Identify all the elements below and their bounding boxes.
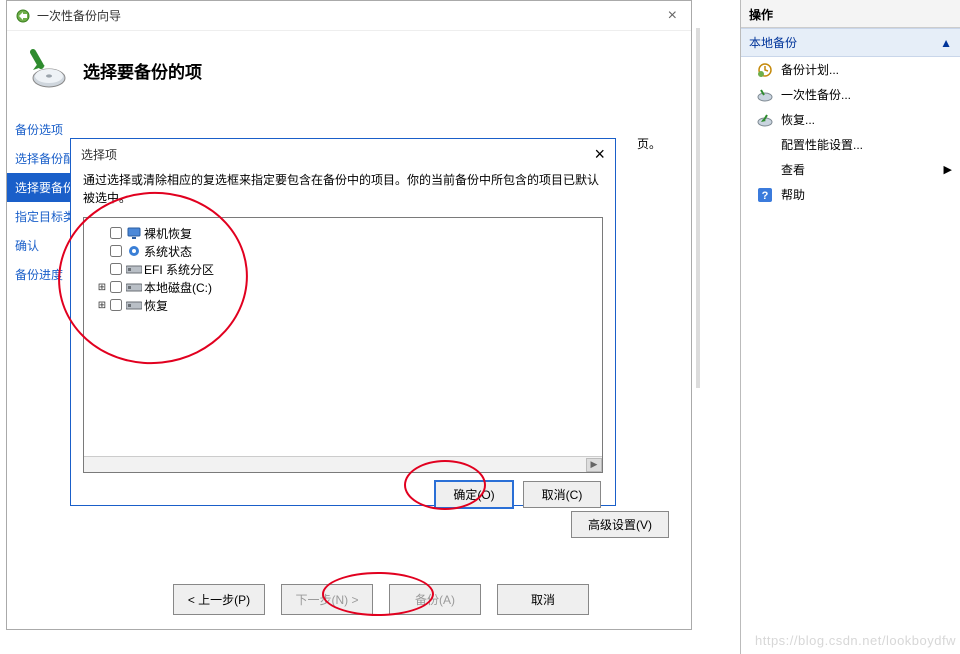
svg-text:?: ?	[762, 190, 769, 202]
actions-pane-header: 操作	[741, 0, 960, 28]
dialog-ok-button[interactable]: 确定(O)	[435, 481, 513, 508]
tree-row-recovery[interactable]: ⊞ 恢复	[86, 296, 600, 314]
dialog-button-row: 确定(O) 取消(C)	[71, 481, 615, 516]
checkbox-recovery[interactable]	[110, 299, 122, 311]
prev-button[interactable]: < 上一步(P)	[173, 584, 265, 615]
truncated-hint-text: 页。	[637, 135, 661, 152]
expander-icon[interactable]: ⊞	[96, 300, 108, 311]
wizard-window-title: 一次性备份向导	[37, 7, 121, 24]
cancel-button[interactable]: 取消	[497, 584, 589, 615]
action-backup-schedule[interactable]: 备份计划...	[741, 57, 960, 82]
expander-icon[interactable]: ⊞	[96, 282, 108, 293]
wizard-footer-buttons: < 上一步(P) 下一步(N) > 备份(A) 取消	[93, 584, 669, 615]
section-title-label: 本地备份	[749, 34, 797, 51]
step-target-type[interactable]: 指定目标类型	[7, 202, 77, 231]
wizard-header: 选择要备份的项	[7, 31, 691, 109]
chevron-right-icon: ▶	[944, 163, 952, 176]
checkbox-local-disk-c[interactable]	[110, 281, 122, 293]
action-recover[interactable]: 恢复...	[741, 107, 960, 132]
backup-button: 备份(A)	[389, 584, 481, 615]
action-label: 一次性备份...	[781, 86, 851, 103]
backup-disc-icon	[23, 48, 67, 92]
action-label: 恢复...	[781, 111, 815, 128]
action-help[interactable]: ? 帮助	[741, 182, 960, 207]
tree-label: EFI 系统分区	[144, 261, 214, 278]
action-label: 帮助	[781, 186, 805, 203]
dialog-titlebar: 选择项 ×	[71, 139, 615, 169]
drive-icon	[126, 262, 142, 276]
disc-icon	[757, 87, 773, 103]
step-progress[interactable]: 备份进度	[7, 260, 77, 289]
checkbox-bare-metal[interactable]	[110, 227, 122, 239]
checkbox-efi[interactable]	[110, 263, 122, 275]
tree-label: 裸机恢复	[144, 225, 192, 242]
step-backup-options[interactable]: 备份选项	[7, 115, 77, 144]
action-perf-settings[interactable]: 配置性能设置...	[741, 132, 960, 157]
checkbox-system-state[interactable]	[110, 245, 122, 257]
action-view[interactable]: 查看 ▶	[741, 157, 960, 182]
tree-row-efi[interactable]: EFI 系统分区	[86, 260, 600, 278]
action-label: 备份计划...	[781, 61, 839, 78]
actions-pane: 操作 本地备份 ▲ 备份计划... 一次性备份... 恢复... 配置性能设置.…	[740, 0, 960, 654]
recover-icon	[757, 112, 773, 128]
select-items-dialog: 选择项 × 通过选择或清除相应的复选框来指定要包含在备份中的项目。你的当前备份中…	[70, 138, 616, 506]
tree-row-system-state[interactable]: 系统状态	[86, 242, 600, 260]
panes-separator	[692, 0, 734, 654]
wizard-page-title: 选择要备份的项	[83, 58, 202, 83]
dialog-cancel-button[interactable]: 取消(C)	[523, 481, 601, 508]
tree-label: 恢复	[144, 297, 168, 314]
drive-icon	[126, 280, 142, 294]
monitor-icon	[126, 226, 142, 240]
step-select-items[interactable]: 选择要备份的项	[7, 173, 77, 202]
tree-label: 系统状态	[144, 243, 192, 260]
next-button: 下一步(N) >	[281, 584, 373, 615]
action-one-time-backup[interactable]: 一次性备份...	[741, 82, 960, 107]
watermark-text: https://blog.csdn.net/lookboydfw	[755, 633, 956, 648]
help-icon: ?	[757, 187, 773, 203]
tree-row-local-disk-c[interactable]: ⊞ 本地磁盘(C:)	[86, 278, 600, 296]
gear-icon	[126, 244, 142, 258]
horizontal-scrollbar[interactable]: ▶	[84, 456, 602, 472]
wizard-titlebar: 一次性备份向导 ×	[7, 1, 691, 31]
dialog-description: 通过选择或清除相应的复选框来指定要包含在备份中的项目。你的当前备份中所包含的项目…	[71, 169, 615, 213]
tree-row-bare-metal[interactable]: 裸机恢复	[86, 224, 600, 242]
action-label: 配置性能设置...	[781, 136, 863, 153]
wizard-lower-area: 高级设置(V) < 上一步(P) 下一步(N) > 备份(A) 取消	[93, 511, 669, 615]
items-tree[interactable]: 裸机恢复 系统状态 EFI 系统分区 ⊞ 本地磁盘(C:) ⊞ 恢复 ▶	[83, 217, 603, 473]
dialog-close-button[interactable]: ×	[594, 144, 605, 165]
clock-icon	[757, 62, 773, 78]
wizard-steps-list: 备份选项 选择备份配置 选择要备份的项 指定目标类型 确认 备份进度	[7, 109, 77, 551]
collapse-up-icon[interactable]: ▲	[940, 36, 952, 50]
dialog-title: 选择项	[81, 146, 117, 163]
action-label: 查看	[781, 161, 805, 178]
tree-label: 本地磁盘(C:)	[144, 279, 212, 296]
step-backup-config[interactable]: 选择备份配置	[7, 144, 77, 173]
wizard-app-icon	[15, 8, 31, 24]
step-confirm[interactable]: 确认	[7, 231, 77, 260]
actions-section-local-backup[interactable]: 本地备份 ▲	[741, 28, 960, 57]
wizard-close-button[interactable]: ×	[662, 7, 683, 25]
scrollbar-right-arrow-icon[interactable]: ▶	[586, 458, 602, 472]
drive-icon	[126, 298, 142, 312]
